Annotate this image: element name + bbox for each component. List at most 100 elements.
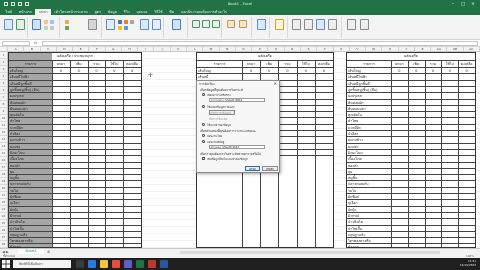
powerpoint-icon[interactable] [148, 260, 156, 268]
sparkline-column-button[interactable] [202, 20, 210, 28]
radio-select-range[interactable] [202, 93, 205, 96]
row-header[interactable]: 15 [0, 150, 7, 157]
row-header[interactable]: 7 [0, 94, 7, 101]
row-header[interactable]: 5 [0, 80, 7, 87]
row-header[interactable]: 6 [0, 87, 7, 94]
row-header[interactable]: 20 [0, 185, 7, 192]
row-header[interactable]: 13 [0, 136, 7, 143]
excel-taskbar-icon[interactable] [136, 260, 144, 268]
pie-chart-icon[interactable] [130, 20, 134, 24]
column-chart-icon[interactable] [118, 20, 122, 24]
table-range-field[interactable]: ตาราง/ช่วง: Sheet1!$B$4 [209, 98, 265, 102]
row-header[interactable]: 12 [0, 129, 7, 136]
name-box[interactable] [2, 41, 30, 46]
row-header[interactable]: 11 [0, 122, 7, 129]
my-addins-icon[interactable] [65, 26, 69, 30]
windows-start-icon[interactable] [2, 260, 10, 268]
chrome-icon[interactable] [112, 260, 120, 268]
row-header[interactable]: 28 [0, 241, 7, 248]
radio-new-worksheet-label: แผ่นงานใหม่ [207, 133, 223, 138]
ribbon-group-sparklines [190, 17, 222, 38]
radio-existing-worksheet[interactable] [202, 140, 205, 143]
get-addins-icon[interactable] [65, 20, 69, 24]
taskbar-search-input[interactable]: พิมพ์ที่นี่เพื่อค้นหา [13, 260, 71, 268]
column-divider [314, 60, 316, 247]
cancel-button[interactable]: ยกเลิก [262, 166, 278, 171]
row-header[interactable]: 22 [0, 199, 7, 206]
window-controls: – □ × [448, 0, 478, 9]
row-header[interactable]: 16 [0, 157, 7, 164]
location-field[interactable]: ตำแหน่ง: Sheet1!$K$2 [209, 145, 265, 149]
bing-maps-button[interactable] [88, 19, 97, 30]
maximize-icon[interactable]: □ [458, 0, 468, 9]
row-header[interactable]: 21 [0, 192, 7, 199]
row-header[interactable]: 10 [0, 115, 7, 122]
radio-new-worksheet[interactable] [202, 134, 205, 137]
file-explorer-icon[interactable] [100, 260, 108, 268]
maps-button[interactable] [140, 19, 149, 30]
wordart-button[interactable] [316, 19, 325, 30]
dialog-close-icon[interactable]: × [274, 81, 277, 86]
signature-button[interactable] [328, 19, 337, 30]
screenshot-icon[interactable] [50, 26, 54, 30]
smartart-icon[interactable] [44, 26, 48, 30]
row-header[interactable]: 14 [0, 143, 7, 150]
row-header[interactable]: 9 [0, 108, 7, 115]
row-header[interactable]: 4 [0, 73, 7, 80]
sparkline-winloss-button[interactable] [212, 20, 220, 28]
ribbon-group-tables [2, 17, 28, 38]
row-header[interactable]: 23 [0, 206, 7, 213]
timeline-button[interactable] [239, 20, 247, 28]
shapes-icon[interactable] [44, 20, 48, 24]
formula-input[interactable] [42, 41, 478, 46]
row-header[interactable]: 27 [0, 234, 7, 241]
link-button[interactable] [257, 19, 266, 30]
slicer-button[interactable] [227, 20, 235, 28]
symbol-button[interactable] [360, 19, 369, 30]
pivotchart-button[interactable] [152, 19, 161, 30]
radio-external-source[interactable] [202, 105, 205, 108]
edge-icon[interactable] [88, 260, 96, 268]
word-icon[interactable] [160, 260, 168, 268]
table-heading: ผลัดเดรีย [258, 54, 272, 58]
row-header[interactable]: 18 [0, 171, 7, 178]
row-header[interactable]: 1 [0, 52, 7, 59]
radio-external-source-label: ใช้แหล่งข้อมูลภายนอก [207, 104, 235, 109]
row-header[interactable]: 24 [0, 213, 7, 220]
task-view-icon[interactable] [76, 260, 84, 268]
add-to-data-model-checkbox[interactable] [202, 157, 205, 160]
fx-icon[interactable]: fx [34, 41, 37, 45]
textbox-button[interactable] [292, 19, 301, 30]
pictures-button[interactable] [32, 19, 41, 30]
ok-button[interactable]: ตกลง [245, 166, 260, 171]
3d-map-button[interactable] [172, 19, 181, 30]
sparkline-line-button[interactable] [192, 20, 200, 28]
row-header[interactable]: 3 [0, 66, 7, 73]
row-header[interactable]: 8 [0, 101, 7, 108]
radio-data-model[interactable] [202, 123, 205, 126]
row-header[interactable]: 25 [0, 220, 7, 227]
table-button[interactable] [16, 19, 25, 30]
icons-icon[interactable] [50, 20, 54, 24]
choose-connection-button[interactable]: เลือกการเชื่อมต่อ... [209, 110, 235, 115]
row-header[interactable]: 26 [0, 227, 7, 234]
title-bar: Book1 - Excel – □ × [0, 0, 480, 9]
comment-button[interactable] [275, 19, 284, 30]
header-footer-button[interactable] [304, 19, 313, 30]
teams-icon[interactable] [124, 260, 132, 268]
row-header[interactable]: 2 [0, 59, 7, 66]
equation-button[interactable] [347, 19, 356, 30]
radio-existing-worksheet-label: แผ่นงานที่มีอยู่ [207, 139, 225, 144]
pivottable-button[interactable] [4, 19, 13, 30]
bar-chart-icon[interactable] [118, 26, 122, 30]
row-header[interactable]: 19 [0, 178, 7, 185]
recommended-charts-button[interactable] [106, 19, 115, 30]
close-icon[interactable]: × [468, 0, 478, 9]
formula-bar: fx [0, 40, 480, 47]
scatter-chart-icon[interactable] [124, 26, 128, 30]
minimize-icon[interactable]: – [448, 0, 458, 9]
line-chart-icon[interactable] [124, 20, 128, 24]
row-header[interactable]: 17 [0, 164, 7, 171]
sheet-nav-arrows-icon[interactable]: ◀ ▶ [2, 250, 9, 254]
system-tray[interactable]: 11:51 15/10/2563 [460, 259, 476, 267]
